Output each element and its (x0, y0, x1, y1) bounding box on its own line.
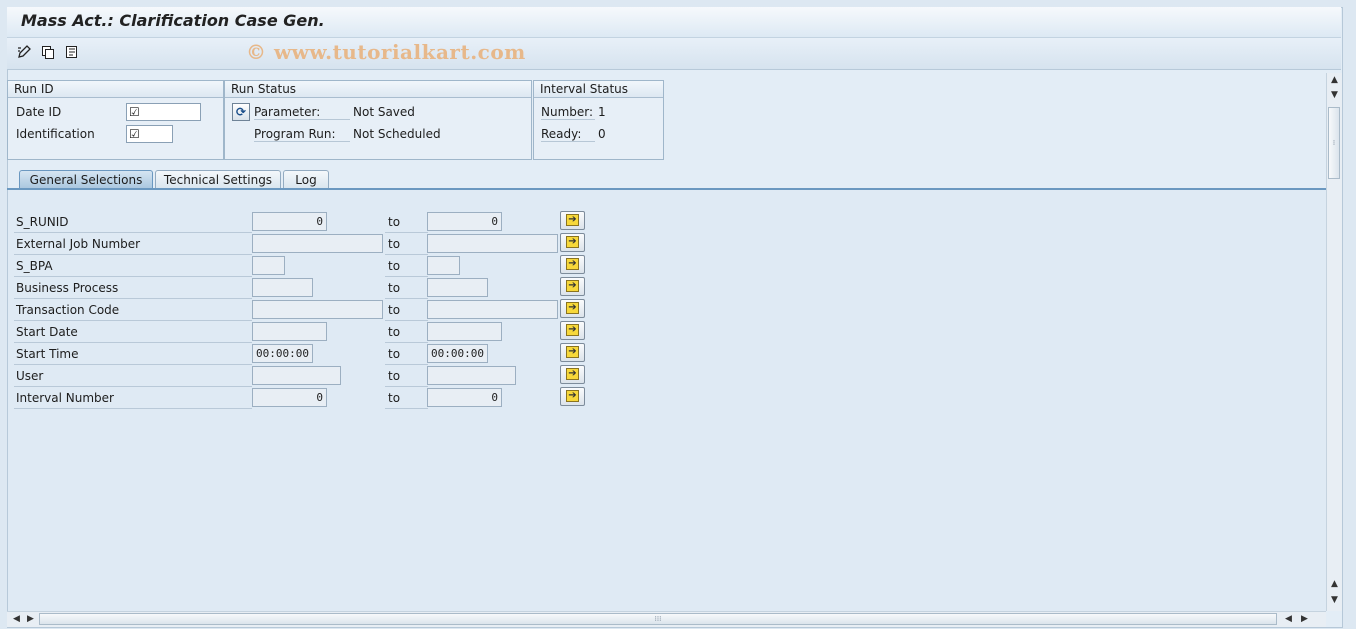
date-id-label: Date ID (16, 105, 62, 119)
scroll-right-icon[interactable]: ▶ (23, 612, 38, 626)
to-label: to (385, 278, 428, 299)
ready-label: Ready: (541, 127, 595, 142)
to-label: to (385, 212, 428, 233)
start-date-from-input[interactable] (252, 322, 327, 341)
edit-pencil-icon[interactable] (15, 44, 33, 62)
run-id-header: Run ID (8, 81, 223, 98)
s-runid-from-input[interactable]: 0 (252, 212, 327, 231)
start-time-from-input[interactable]: 00:00:00 (252, 344, 313, 363)
multiple-selection-button[interactable]: ➔ (560, 387, 585, 406)
business-process-to-input[interactable] (427, 278, 488, 297)
user-label: User (14, 366, 252, 387)
identification-label: Identification (16, 127, 95, 141)
scroll-down-icon[interactable]: ▼ (1327, 593, 1342, 607)
refresh-icon[interactable]: ⟳ (232, 103, 250, 121)
multiple-selection-button[interactable]: ➔ (560, 277, 585, 296)
start-time-to-input[interactable]: 00:00:00 (427, 344, 488, 363)
date-id-input[interactable]: ☑ (126, 103, 201, 121)
to-label: to (385, 300, 428, 321)
multiple-selection-button[interactable]: ➔ (560, 321, 585, 340)
external-job-number-from-input[interactable] (252, 234, 383, 253)
list-icon[interactable] (63, 44, 81, 62)
copy-icon[interactable] (39, 44, 57, 62)
run-id-group: Run ID Date ID ☑ Identification ☑ (7, 80, 224, 160)
business-process-from-input[interactable] (252, 278, 313, 297)
ready-value: 0 (598, 127, 606, 141)
interval-number-to-input[interactable]: 0 (427, 388, 502, 407)
external-job-number-label: External Job Number (14, 234, 252, 255)
to-label: to (385, 256, 428, 277)
parameter-value: Not Saved (353, 105, 415, 119)
run-status-group: Run Status ⟳ Parameter: Not Saved Progra… (224, 80, 532, 160)
start-date-to-input[interactable] (427, 322, 502, 341)
interval-number-from-input[interactable]: 0 (252, 388, 327, 407)
user-to-input[interactable] (427, 366, 516, 385)
multiple-selection-button[interactable]: ➔ (560, 365, 585, 384)
to-label: to (385, 388, 428, 409)
number-label: Number: (541, 105, 595, 120)
s-runid-label: S_RUNID (14, 212, 252, 233)
arrow-right-icon: ➔ (566, 368, 579, 380)
page-title: Mass Act.: Clarification Case Gen. (21, 11, 325, 30)
multiple-selection-button[interactable]: ➔ (560, 343, 585, 362)
program-run-label: Program Run: (254, 127, 350, 142)
to-label: to (385, 234, 428, 255)
to-label: to (385, 344, 428, 365)
run-status-header: Run Status (225, 81, 531, 98)
scroll-left-icon[interactable]: ◀ (9, 612, 24, 626)
required-mark-icon: ☑ (129, 105, 140, 119)
title-bar: Mass Act.: Clarification Case Gen. (7, 7, 1341, 38)
identification-input[interactable]: ☑ (126, 125, 173, 143)
arrow-right-icon: ➔ (566, 214, 579, 226)
tab-general-selections[interactable]: General Selections (19, 170, 153, 189)
arrow-right-icon: ➔ (566, 280, 579, 292)
start-date-label: Start Date (14, 322, 252, 343)
scroll-left-icon[interactable]: ◀ (1281, 612, 1296, 626)
vertical-scrollbar[interactable]: ▲ ▼ ⁞ ▲ ▼ (1326, 73, 1342, 611)
required-mark-icon: ☑ (129, 127, 140, 141)
scroll-right-icon[interactable]: ▶ (1297, 612, 1312, 626)
number-value: 1 (598, 105, 606, 119)
horizontal-scroll-thumb[interactable]: ⁞⁞⁞ (39, 613, 1277, 625)
interval-status-group: Interval Status Number: 1 Ready: 0 (533, 80, 664, 160)
start-time-label: Start Time (14, 344, 252, 365)
interval-number-label: Interval Number (14, 388, 252, 409)
program-run-value: Not Scheduled (353, 127, 441, 141)
to-label: to (385, 322, 428, 343)
s-bpa-from-input[interactable] (252, 256, 285, 275)
transaction-code-from-input[interactable] (252, 300, 383, 319)
horizontal-scrollbar[interactable]: ◀ ▶ ⁞⁞⁞ ◀ ▶ (7, 611, 1326, 627)
arrow-right-icon: ➔ (566, 346, 579, 358)
transaction-code-label: Transaction Code (14, 300, 252, 321)
multiple-selection-button[interactable]: ➔ (560, 211, 585, 230)
interval-status-header: Interval Status (534, 81, 663, 98)
arrow-right-icon: ➔ (566, 258, 579, 270)
user-from-input[interactable] (252, 366, 341, 385)
transaction-code-to-input[interactable] (427, 300, 558, 319)
s-runid-to-input[interactable]: 0 (427, 212, 502, 231)
parameter-label: Parameter: (254, 105, 350, 120)
s-bpa-to-input[interactable] (427, 256, 460, 275)
tab-log[interactable]: Log (283, 170, 329, 189)
multiple-selection-button[interactable]: ➔ (560, 233, 585, 252)
s-bpa-label: S_BPA (14, 256, 252, 277)
tab-technical-settings[interactable]: Technical Settings (155, 170, 281, 189)
application-toolbar (7, 38, 1341, 70)
watermark: © www.tutorialkart.com (246, 40, 526, 64)
vertical-scroll-thumb[interactable]: ⁞ (1328, 107, 1340, 179)
scroll-up-icon[interactable]: ▲ (1327, 73, 1342, 87)
scroll-down-icon[interactable]: ▼ (1327, 88, 1342, 102)
arrow-right-icon: ➔ (566, 302, 579, 314)
multiple-selection-button[interactable]: ➔ (560, 299, 585, 318)
scroll-up-icon[interactable]: ▲ (1327, 577, 1342, 591)
multiple-selection-button[interactable]: ➔ (560, 255, 585, 274)
external-job-number-to-input[interactable] (427, 234, 558, 253)
arrow-right-icon: ➔ (566, 324, 579, 336)
business-process-label: Business Process (14, 278, 252, 299)
arrow-right-icon: ➔ (566, 236, 579, 248)
arrow-right-icon: ➔ (566, 390, 579, 402)
to-label: to (385, 366, 428, 387)
